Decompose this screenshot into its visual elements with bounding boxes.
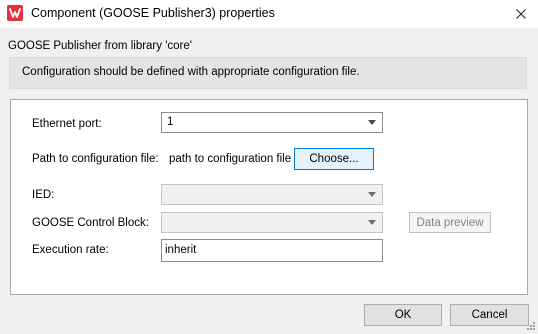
properties-panel: Ethernet port: 1 Path to configuration f… [10, 99, 528, 295]
cancel-button[interactable]: Cancel [450, 304, 529, 326]
info-banner: Configuration should be defined with app… [9, 57, 527, 89]
ied-select[interactable] [161, 184, 383, 205]
execution-rate-label: Execution rate: [32, 244, 109, 256]
close-button[interactable] [510, 4, 532, 24]
library-label: GOOSE Publisher from library 'core' [8, 40, 192, 52]
execution-rate-input[interactable]: inherit [161, 239, 383, 262]
app-logo-icon [7, 5, 23, 21]
close-icon [516, 9, 526, 19]
resize-grip-icon[interactable] [526, 320, 536, 330]
data-preview-button[interactable]: Data preview [409, 212, 491, 233]
goose-control-block-select[interactable] [161, 212, 383, 233]
chevron-down-icon [368, 120, 376, 125]
ied-label: IED: [32, 189, 55, 201]
choose-button[interactable]: Choose... [294, 148, 374, 170]
ethernet-port-select[interactable]: 1 [161, 112, 383, 133]
info-message: Configuration should be defined with app… [22, 66, 360, 78]
execution-rate-value: inherit [165, 244, 197, 256]
ok-button[interactable]: OK [364, 304, 442, 326]
ethernet-port-value: 1 [167, 116, 174, 128]
chevron-down-icon [368, 220, 376, 225]
ethernet-port-label: Ethernet port: [32, 118, 102, 130]
goose-control-block-label: GOOSE Control Block: [32, 217, 149, 229]
window-title: Component (GOOSE Publisher3) properties [31, 6, 275, 20]
chevron-down-icon [368, 192, 376, 197]
title-bar: Component (GOOSE Publisher3) properties [0, 0, 538, 28]
config-path-value: path to configuration file [169, 153, 292, 165]
config-path-label: Path to configuration file: [32, 153, 159, 165]
